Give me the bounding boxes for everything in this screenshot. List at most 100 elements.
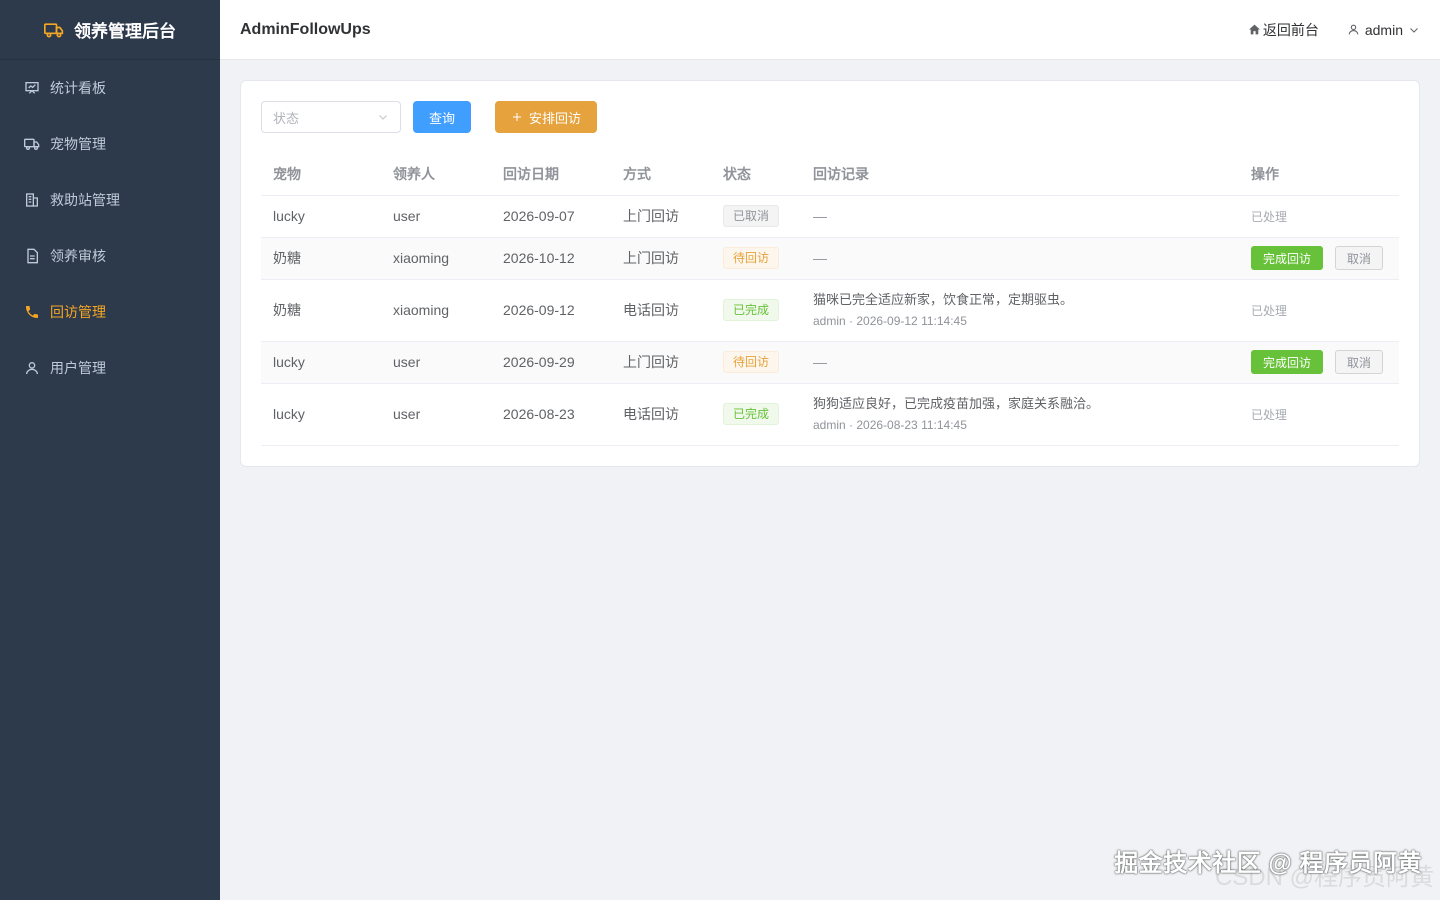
- cell-actions: 已处理: [1239, 383, 1399, 446]
- cell-pet: lucky: [261, 383, 381, 446]
- table-row: 奶糖 xiaoming 2026-09-12 电话回访 已完成 猫咪已完全适应新…: [261, 279, 1399, 342]
- record-meta: admin · 2026-09-12 11:14:45: [813, 314, 967, 328]
- status-select-placeholder: 状态: [273, 110, 300, 126]
- cancel-followup-button[interactable]: 取消: [1335, 350, 1384, 374]
- cell-actions: 完成回访 取消: [1239, 341, 1399, 384]
- back-to-front-label: 返回前台: [1262, 21, 1319, 38]
- chevron-down-icon: [379, 115, 387, 120]
- cell-status: 待回访: [711, 341, 801, 384]
- sidebar-item-label: 领养审核: [50, 248, 106, 264]
- cell-method: 上门回访: [611, 237, 711, 280]
- column-header-date: 回访日期: [491, 153, 611, 196]
- followups-table: 宠物 领养人 回访日期 方式 状态 回访记录 操作 lucky user 202…: [261, 153, 1399, 446]
- sidebar-item-label: 回访管理: [50, 304, 106, 320]
- cell-record: 狗狗适应良好，已完成疫苗加强，家庭关系融洽。 admin · 2026-08-2…: [801, 383, 1239, 446]
- row-actions: 完成回访 取消: [1251, 246, 1387, 270]
- cell-date: 2026-09-12: [491, 279, 611, 342]
- table-row: lucky user 2026-09-07 上门回访 已取消 — 已处理: [261, 195, 1399, 238]
- watermark: 掘金技术社区 @ 程序员阿黄: [1114, 850, 1422, 877]
- cell-adopter: user: [381, 195, 491, 238]
- status-select[interactable]: 状态: [261, 101, 401, 133]
- cell-date: 2026-10-12: [491, 237, 611, 280]
- back-to-front-link[interactable]: 返回前台: [1248, 20, 1319, 40]
- user-icon: [26, 362, 38, 375]
- cell-adopter: user: [381, 383, 491, 446]
- cell-date: 2026-09-07: [491, 195, 611, 238]
- cell-date: 2026-08-23: [491, 383, 611, 446]
- followups-card: 状态 查询 安排回访 宠物 领养人 回访日期 方式 状态 回访记录 操作 luc…: [240, 80, 1420, 467]
- cell-pet: lucky: [261, 341, 381, 384]
- sidebar-item-label: 宠物管理: [50, 136, 106, 152]
- status-badge: 待回访: [723, 247, 780, 269]
- sidebar-item-label: 统计看板: [50, 80, 106, 96]
- record-meta: admin · 2026-08-23 11:14:45: [813, 418, 967, 432]
- query-button[interactable]: 查询: [413, 101, 472, 133]
- home-icon: [1248, 24, 1260, 35]
- cell-record: —: [801, 237, 1239, 280]
- user-icon: [1348, 24, 1359, 35]
- column-header-status: 状态: [711, 153, 801, 196]
- cell-method: 电话回访: [611, 279, 711, 342]
- sidebar-item-followups[interactable]: 回访管理: [0, 284, 220, 340]
- cell-method: 电话回访: [611, 383, 711, 446]
- plus-icon: [513, 113, 522, 121]
- sidebar-item-shelters[interactable]: 救助站管理: [0, 172, 220, 228]
- cell-adopter: xiaoming: [381, 279, 491, 342]
- sidebar-item-pets[interactable]: 宠物管理: [0, 116, 220, 172]
- cancel-followup-button[interactable]: 取消: [1335, 246, 1384, 270]
- cell-pet: 奶糖: [261, 279, 381, 342]
- cell-status: 已完成: [711, 279, 801, 342]
- brand: 领养管理后台: [0, 0, 220, 60]
- cell-record: —: [801, 195, 1239, 238]
- query-button-label: 查询: [429, 110, 456, 126]
- table-row: lucky user 2026-09-29 上门回访 待回访 — 完成回访 取消: [261, 341, 1399, 384]
- record-empty: —: [813, 208, 827, 224]
- cell-status: 已完成: [711, 383, 801, 446]
- cell-status: 待回访: [711, 237, 801, 280]
- schedule-followup-label: 安排回访: [529, 110, 582, 126]
- cell-actions: 完成回访 取消: [1239, 237, 1399, 280]
- sidebar-item-review[interactable]: 领养审核: [0, 228, 220, 284]
- cell-actions: 已处理: [1239, 279, 1399, 342]
- status-badge: 待回访: [723, 351, 780, 373]
- user-menu[interactable]: admin: [1347, 22, 1420, 38]
- status-badge: 已取消: [723, 205, 780, 227]
- cell-method: 上门回访: [611, 195, 711, 238]
- sidebar-item-users[interactable]: 用户管理: [0, 340, 220, 396]
- cell-status: 已取消: [711, 195, 801, 238]
- main-content: 状态 查询 安排回访 宠物 领养人 回访日期 方式 状态 回访记录 操作 luc…: [240, 80, 1420, 467]
- document-icon: [27, 248, 38, 264]
- status-badge: 已完成: [723, 403, 780, 425]
- chart-board-icon: [25, 82, 39, 94]
- header-right: 返回前台 admin: [1248, 20, 1420, 40]
- user-name: admin: [1364, 21, 1403, 38]
- table-row: 奶糖 xiaoming 2026-10-12 上门回访 待回访 — 完成回访 取…: [261, 237, 1399, 280]
- status-badge: 已完成: [723, 299, 780, 321]
- cell-pet: 奶糖: [261, 237, 381, 280]
- processed-text: 已处理: [1251, 407, 1288, 422]
- column-header-method: 方式: [611, 153, 711, 196]
- column-header-adopter: 领养人: [381, 153, 491, 196]
- schedule-followup-button[interactable]: 安排回访: [495, 101, 598, 133]
- top-header: AdminFollowUps 返回前台 admin: [220, 0, 1440, 60]
- cell-actions: 已处理: [1239, 195, 1399, 238]
- column-header-actions: 操作: [1239, 153, 1399, 196]
- table-row: lucky user 2026-08-23 电话回访 已完成 狗狗适应良好，已完…: [261, 383, 1399, 446]
- sidebar-menu: 统计看板 宠物管理 救助站管理 领养审核 回访管理 用户管理: [0, 60, 220, 396]
- complete-followup-button[interactable]: 完成回访: [1251, 350, 1324, 374]
- cell-adopter: user: [381, 341, 491, 384]
- record-text: 狗狗适应良好，已完成疫苗加强，家庭关系融洽。: [813, 396, 1100, 411]
- cell-pet: lucky: [261, 195, 381, 238]
- truck-icon: [44, 22, 64, 37]
- row-actions: 完成回访 取消: [1251, 350, 1387, 374]
- sidebar-item-dashboard[interactable]: 统计看板: [0, 60, 220, 116]
- cell-method: 上门回访: [611, 341, 711, 384]
- cell-adopter: xiaoming: [381, 237, 491, 280]
- cell-record: 猫咪已完全适应新家，饮食正常，定期驱虫。 admin · 2026-09-12 …: [801, 279, 1239, 342]
- complete-followup-button[interactable]: 完成回访: [1251, 246, 1324, 270]
- column-header-pet: 宠物: [261, 153, 381, 196]
- brand-title: 领养管理后台: [74, 22, 176, 41]
- column-header-record: 回访记录: [801, 153, 1239, 196]
- record-text: 猫咪已完全适应新家，饮食正常，定期驱虫。: [813, 292, 1074, 307]
- cell-record: —: [801, 341, 1239, 384]
